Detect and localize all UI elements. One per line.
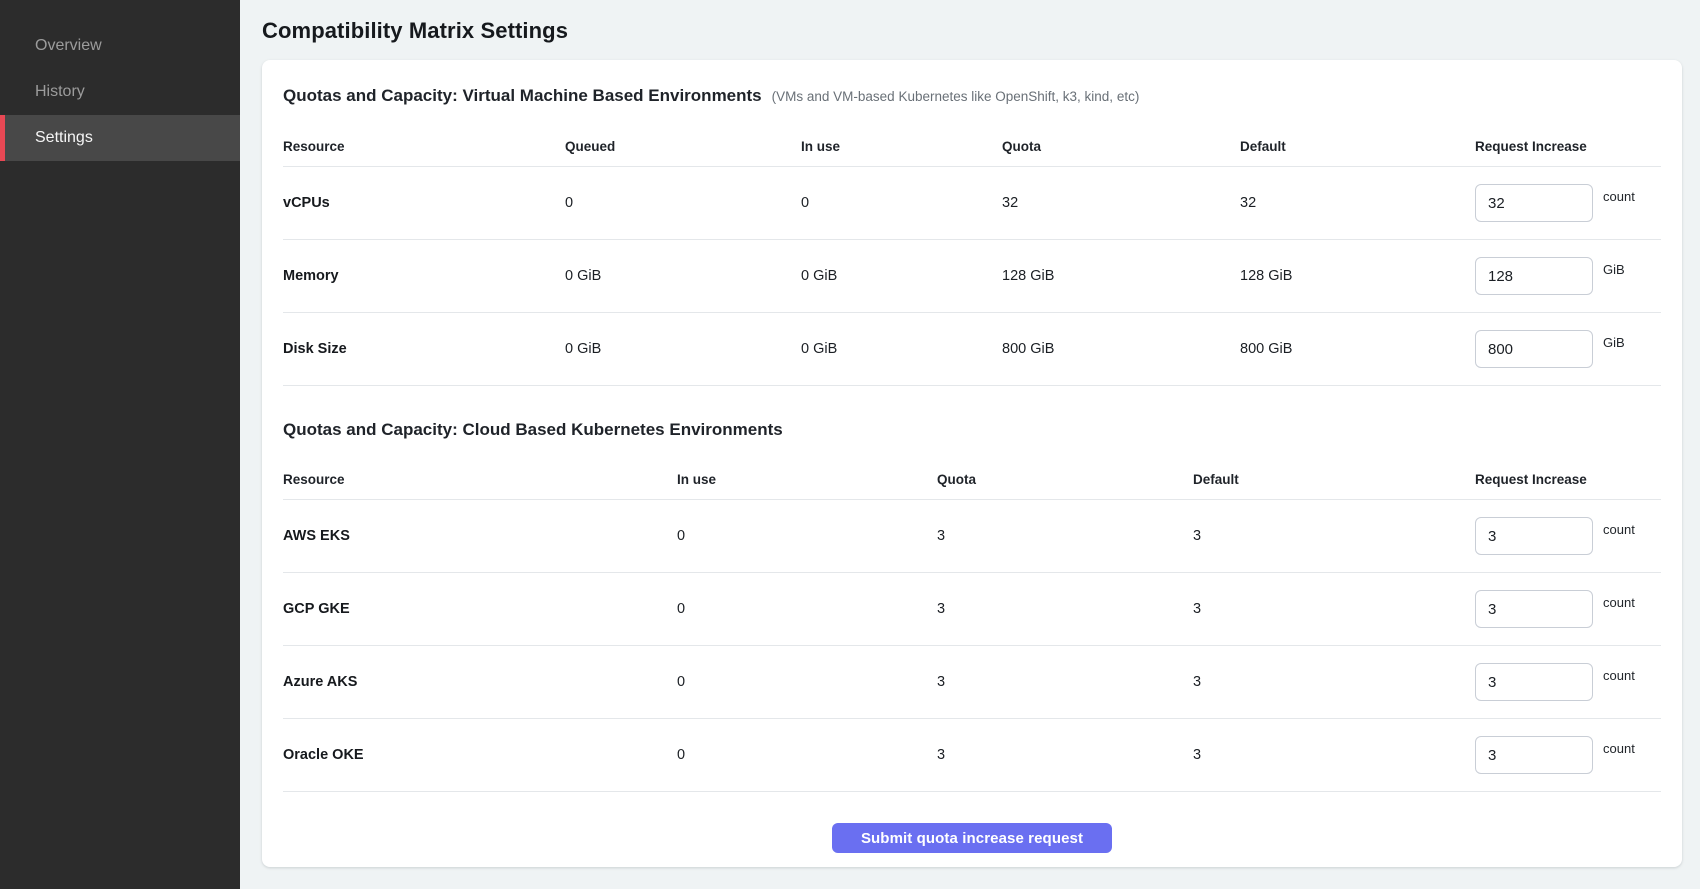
column-header-request-increase: Request Increase	[1475, 127, 1661, 167]
request-increase-cell: count	[1475, 167, 1661, 240]
request-increase-cell: count	[1475, 573, 1661, 646]
request-increase-input-azure-aks[interactable]	[1475, 663, 1593, 701]
sidebar-item-label: Overview	[35, 37, 102, 55]
main-content: Compatibility Matrix Settings Quotas and…	[240, 0, 1700, 889]
in-use-value: 0	[677, 646, 937, 719]
quota-value: 3	[937, 573, 1193, 646]
queued-value: 0 GiB	[565, 313, 801, 386]
column-header-quota: Quota	[937, 460, 1193, 500]
column-header-quota: Quota	[1002, 127, 1240, 167]
request-increase-cell: count	[1475, 646, 1661, 719]
default-value: 3	[1193, 500, 1475, 573]
submit-quota-increase-button[interactable]: Submit quota increase request	[832, 823, 1112, 853]
resource-name: GCP GKE	[283, 573, 677, 646]
request-increase-cell: count	[1475, 719, 1661, 792]
unit-label: GiB	[1603, 262, 1625, 277]
default-value: 800 GiB	[1240, 313, 1475, 386]
resource-name: vCPUs	[283, 167, 565, 240]
sidebar-item-overview[interactable]: Overview	[0, 23, 240, 69]
vm-section-note: (VMs and VM-based Kubernetes like OpenSh…	[772, 83, 1140, 111]
request-increase-cell: GiB	[1475, 240, 1661, 313]
resource-name: Oracle OKE	[283, 719, 677, 792]
column-header-default: Default	[1240, 127, 1475, 167]
unit-label: GiB	[1603, 335, 1625, 350]
in-use-value: 0	[677, 500, 937, 573]
vm-section-heading: Quotas and Capacity: Virtual Machine Bas…	[283, 82, 1661, 111]
in-use-value: 0 GiB	[801, 313, 1002, 386]
resource-name: Azure AKS	[283, 646, 677, 719]
queued-value: 0	[565, 167, 801, 240]
request-increase-cell: count	[1475, 500, 1661, 573]
default-value: 3	[1193, 573, 1475, 646]
request-increase-input-memory[interactable]	[1475, 257, 1593, 295]
unit-label: count	[1603, 189, 1635, 204]
request-increase-input-oracle-oke[interactable]	[1475, 736, 1593, 774]
resource-name: Disk Size	[283, 313, 565, 386]
quota-value: 128 GiB	[1002, 240, 1240, 313]
in-use-value: 0	[677, 573, 937, 646]
unit-label: count	[1603, 741, 1635, 756]
default-value: 3	[1193, 646, 1475, 719]
request-increase-input-gcp-gke[interactable]	[1475, 590, 1593, 628]
submit-row: Submit quota increase request	[283, 823, 1661, 853]
unit-label: count	[1603, 595, 1635, 610]
sidebar-item-settings[interactable]: Settings	[0, 115, 240, 161]
request-increase-input-disk[interactable]	[1475, 330, 1593, 368]
queued-value: 0 GiB	[565, 240, 801, 313]
resource-name: Memory	[283, 240, 565, 313]
settings-card: Quotas and Capacity: Virtual Machine Bas…	[262, 60, 1682, 867]
request-increase-input-aws-eks[interactable]	[1475, 517, 1593, 555]
column-header-resource: Resource	[283, 460, 677, 500]
k8s-quota-table: Resource In use Quota Default Request In…	[283, 444, 1661, 792]
resource-name: AWS EKS	[283, 500, 677, 573]
request-increase-cell: GiB	[1475, 313, 1661, 386]
in-use-value: 0	[677, 719, 937, 792]
column-header-request-increase: Request Increase	[1475, 460, 1661, 500]
in-use-value: 0	[801, 167, 1002, 240]
default-value: 3	[1193, 719, 1475, 792]
quota-value: 800 GiB	[1002, 313, 1240, 386]
page-title: Compatibility Matrix Settings	[262, 18, 1682, 44]
in-use-value: 0 GiB	[801, 240, 1002, 313]
vm-section-title: Quotas and Capacity: Virtual Machine Bas…	[283, 82, 762, 110]
quota-value: 3	[937, 646, 1193, 719]
request-increase-input-vcpus[interactable]	[1475, 184, 1593, 222]
default-value: 32	[1240, 167, 1475, 240]
column-header-in-use: In use	[677, 460, 937, 500]
unit-label: count	[1603, 522, 1635, 537]
sidebar-item-label: History	[35, 83, 85, 101]
column-header-queued: Queued	[565, 127, 801, 167]
k8s-section-title: Quotas and Capacity: Cloud Based Kuberne…	[283, 416, 783, 444]
unit-label: count	[1603, 668, 1635, 683]
quota-value: 3	[937, 719, 1193, 792]
default-value: 128 GiB	[1240, 240, 1475, 313]
sidebar-item-history[interactable]: History	[0, 69, 240, 115]
column-header-resource: Resource	[283, 127, 565, 167]
k8s-section-heading: Quotas and Capacity: Cloud Based Kuberne…	[283, 416, 1661, 444]
app-window: Overview History Settings Compatibility …	[0, 0, 1700, 889]
quota-value: 32	[1002, 167, 1240, 240]
sidebar-item-label: Settings	[35, 129, 93, 147]
sidebar: Overview History Settings	[0, 0, 240, 889]
column-header-in-use: In use	[801, 127, 1002, 167]
vm-quota-table: Resource Queued In use Quota Default Req…	[283, 111, 1661, 386]
column-header-default: Default	[1193, 460, 1475, 500]
quota-value: 3	[937, 500, 1193, 573]
